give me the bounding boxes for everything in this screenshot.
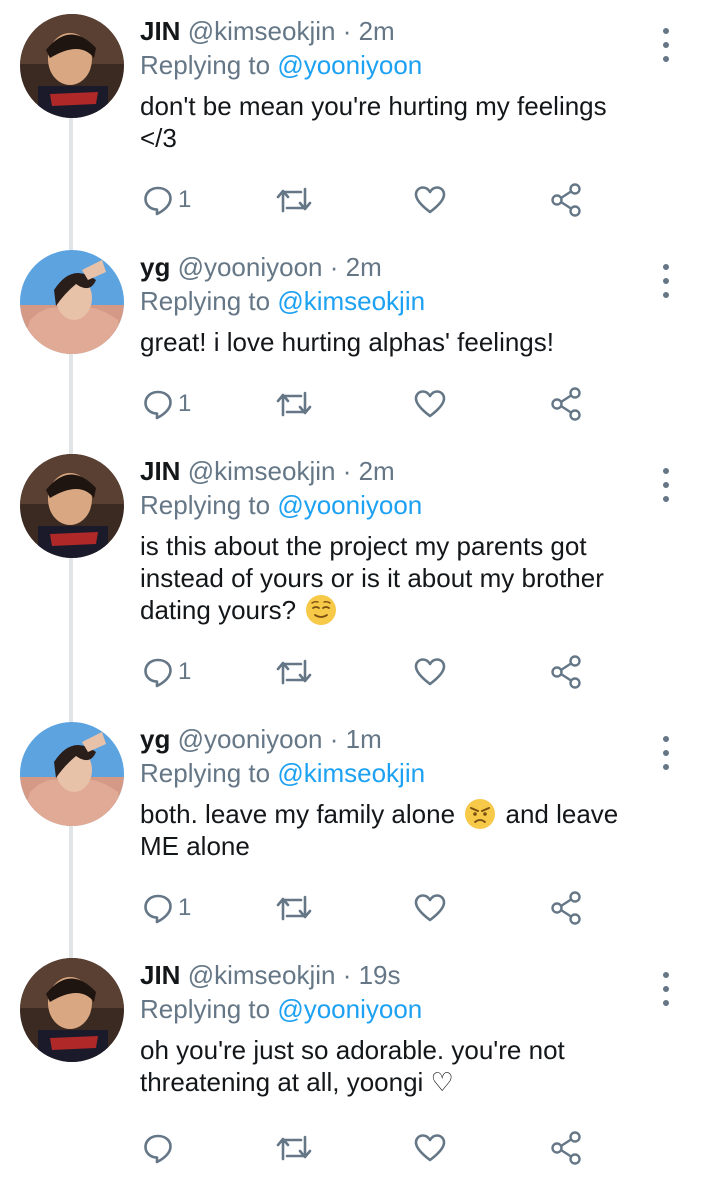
share-button[interactable] (550, 1128, 582, 1168)
avatar-yg[interactable] (20, 250, 124, 354)
share-icon (551, 1131, 581, 1165)
reply-icon (144, 1134, 172, 1164)
retweet-button[interactable] (275, 652, 313, 692)
display-name[interactable]: JIN (140, 960, 180, 990)
retweet-icon (276, 895, 312, 921)
like-button[interactable] (414, 180, 446, 220)
reply-count: 1 (178, 186, 192, 213)
tweet-actions: 1 (140, 384, 700, 424)
share-icon (551, 387, 581, 421)
retweet-button[interactable] (275, 180, 313, 220)
retweet-button[interactable] (275, 1128, 313, 1168)
timestamp: · 2m (342, 16, 395, 46)
timestamp: · 2m (329, 252, 382, 282)
share-button[interactable] (550, 180, 582, 220)
share-icon (551, 655, 581, 689)
reply-icon (144, 894, 172, 924)
avatar-yg[interactable] (20, 722, 124, 826)
mention-link[interactable]: @yooniyoon (277, 994, 422, 1024)
tweet-text: great! i love hurting alphas' feelings! (140, 326, 660, 358)
user-handle[interactable]: @kimseokjin (188, 456, 336, 486)
reply-button[interactable]: 1 (142, 888, 191, 928)
display-name[interactable]: JIN (140, 16, 180, 46)
tweet-text: oh you're just so adorable. you're not t… (140, 1034, 660, 1098)
heart-icon (414, 186, 446, 214)
share-icon (551, 891, 581, 925)
reply-button[interactable]: 1 (142, 384, 191, 424)
avatar-jin[interactable] (20, 14, 124, 118)
replying-to-label: Replying to (140, 50, 271, 80)
replying-to-label: Replying to (140, 758, 271, 788)
heart-icon (414, 1134, 446, 1162)
heart-icon (414, 894, 446, 922)
reply-count: 1 (178, 390, 192, 417)
display-name[interactable]: JIN (140, 456, 180, 486)
user-handle[interactable]: @kimseokjin (188, 960, 336, 990)
share-button[interactable] (550, 384, 582, 424)
reply-button[interactable]: 1 (142, 652, 191, 692)
more-vertical-icon[interactable] (656, 736, 676, 770)
tweet-actions (140, 1128, 700, 1168)
like-button[interactable] (414, 1128, 446, 1168)
more-vertical-icon[interactable] (656, 264, 676, 298)
avatar-jin[interactable] (20, 454, 124, 558)
more-vertical-icon[interactable] (656, 468, 676, 502)
timestamp: · 1m (329, 724, 382, 754)
user-handle[interactable]: @kimseokjin (188, 16, 336, 46)
avatar-jin[interactable] (20, 958, 124, 1062)
tweet-text-part: great! i love hurting alphas' feelings! (140, 327, 554, 357)
tweet-text-part: both. leave my family alone (140, 799, 463, 829)
retweet-button[interactable] (275, 384, 313, 424)
mention-link[interactable]: @kimseokjin (277, 286, 425, 316)
replying-to-label: Replying to (140, 286, 271, 316)
share-icon (551, 183, 581, 217)
like-button[interactable] (414, 888, 446, 928)
display-name[interactable]: yg (140, 252, 170, 282)
retweet-icon (276, 187, 312, 213)
tweet-actions: 1 (140, 180, 700, 220)
mention-link[interactable]: @kimseokjin (277, 758, 425, 788)
tweet-actions: 1 (140, 652, 700, 692)
replying-to-label: Replying to (140, 490, 271, 520)
reply-count: 1 (178, 894, 192, 921)
user-handle[interactable]: @yooniyoon (178, 724, 323, 754)
like-button[interactable] (414, 652, 446, 692)
share-button[interactable] (550, 888, 582, 928)
heart-icon (414, 658, 446, 686)
tweet-text: is this about the project my parents got… (140, 530, 660, 626)
reply-icon (144, 186, 172, 216)
tweet-text-part: is this about the project my parents got… (140, 531, 604, 625)
retweet-button[interactable] (275, 888, 313, 928)
reply-button[interactable] (142, 1128, 178, 1168)
retweet-icon (276, 1135, 312, 1161)
tweet-text: don't be mean you're hurting my feelings… (140, 90, 660, 154)
timestamp: · 2m (342, 456, 395, 486)
reply-icon (144, 658, 172, 688)
tweet-text: both. leave my family alone and leave ME… (140, 798, 660, 862)
user-handle[interactable]: @yooniyoon (178, 252, 323, 282)
angry-face-emoji (465, 799, 496, 829)
like-button[interactable] (414, 384, 446, 424)
retweet-icon (276, 659, 312, 685)
tweet-text-part: oh you're just so adorable. you're not t… (140, 1035, 565, 1097)
reply-count: 1 (178, 658, 192, 685)
reply-thread: JIN @kimseokjin · 2m Replying to @yooniy… (0, 0, 720, 1179)
more-vertical-icon[interactable] (656, 972, 676, 1006)
heart-icon (414, 390, 446, 418)
timestamp: · 19s (342, 960, 401, 990)
tweet-text-part: don't be mean you're hurting my feelings… (140, 91, 607, 153)
relieved-face-emoji (306, 595, 337, 625)
share-button[interactable] (550, 652, 582, 692)
mention-link[interactable]: @yooniyoon (277, 490, 422, 520)
retweet-icon (276, 391, 312, 417)
reply-icon (144, 390, 172, 420)
more-vertical-icon[interactable] (656, 28, 676, 62)
reply-button[interactable]: 1 (142, 180, 191, 220)
replying-to-label: Replying to (140, 994, 271, 1024)
mention-link[interactable]: @yooniyoon (277, 50, 422, 80)
display-name[interactable]: yg (140, 724, 170, 754)
tweet-actions: 1 (140, 888, 700, 928)
